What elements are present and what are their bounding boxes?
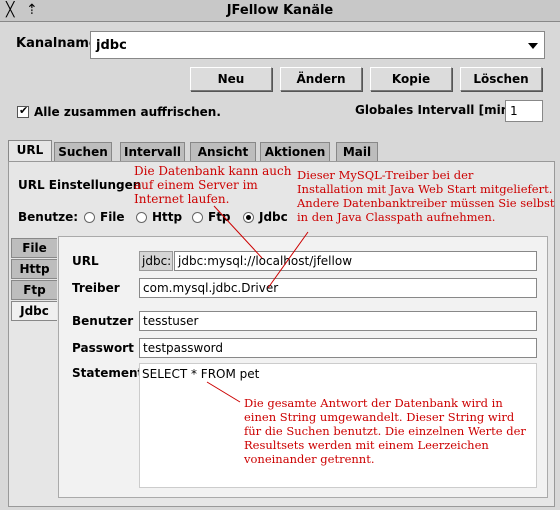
checkmark-icon: ✔: [19, 104, 29, 117]
annotation-line: Resultsets werden mit einem Leerzeichen: [244, 438, 489, 452]
benutzer-field[interactable]: tesstuser: [139, 311, 537, 331]
annotation-line: Installation mit Java Web Start mitgelie…: [297, 182, 553, 196]
statement-label: Statement: [72, 366, 144, 380]
annotation-line: Die Datenbank kann auch: [134, 164, 292, 178]
statement-value: SELECT * FROM pet: [142, 367, 260, 381]
loeschen-button[interactable]: Löschen: [460, 67, 542, 91]
annotation-line: Die gesamte Antwort der Datenbank wird i…: [244, 396, 503, 410]
radio-file[interactable]: [84, 212, 95, 223]
annotation-line: Dieser MySQL-Treiber bei der: [297, 168, 474, 182]
annotation-line: in den Java Classpath aufnehmen.: [297, 210, 496, 224]
radio-http-label: Http: [152, 210, 183, 224]
title-bar: ╳ ⇡ JFellow Kanäle: [0, 0, 560, 22]
interval-label: Globales Intervall [min]: [355, 103, 515, 117]
annotation-server: Die Datenbank kann auch auf einem Server…: [134, 164, 291, 206]
annotation-statement: Die gesamte Antwort der Datenbank wird i…: [244, 396, 526, 466]
url-field[interactable]: jdbc:mysql://localhost/jfellow: [174, 251, 537, 271]
interval-input[interactable]: 1: [505, 100, 543, 122]
annotation-line: Andere Datenbanktreiber müssen Sie selbs…: [297, 196, 555, 210]
side-tab-http[interactable]: Http: [11, 259, 57, 279]
annotation-driver: Dieser MySQL-Treiber bei der Installatio…: [297, 168, 555, 224]
kanalname-value: jdbc: [96, 38, 127, 53]
radio-jdbc[interactable]: [243, 212, 254, 223]
tab-mail[interactable]: Mail: [336, 142, 378, 162]
radio-http[interactable]: [136, 212, 147, 223]
tab-aktionen[interactable]: Aktionen: [260, 142, 330, 162]
url-prefix: jdbc:: [139, 251, 173, 271]
passwort-label: Passwort: [72, 341, 134, 355]
radio-ftp[interactable]: [192, 212, 203, 223]
benutzer-label: Benutzer: [72, 314, 134, 328]
radio-file-label: File: [100, 210, 125, 224]
chevron-down-icon: [528, 43, 538, 49]
radio-ftp-label: Ftp: [208, 210, 231, 224]
passwort-field[interactable]: testpassword: [139, 338, 537, 358]
kanalname-label: Kanalname: [16, 36, 98, 51]
treiber-field[interactable]: com.mysql.jdbc.Driver: [139, 278, 537, 298]
use-label: Benutze:: [18, 210, 79, 224]
kanalname-select[interactable]: jdbc: [90, 31, 545, 59]
url-settings-label: URL Einstellungen: [18, 178, 142, 192]
treiber-label: Treiber: [72, 281, 120, 295]
window-title: JFellow Kanäle: [226, 3, 334, 18]
side-tab-file[interactable]: File: [11, 238, 57, 258]
aendern-button[interactable]: Ändern: [280, 67, 362, 91]
tab-ansicht[interactable]: Ansicht: [190, 142, 256, 162]
tab-suchen[interactable]: Suchen: [54, 142, 112, 162]
side-tab-jdbc[interactable]: Jdbc: [11, 301, 57, 321]
side-tab-ftp[interactable]: Ftp: [11, 280, 57, 300]
annotation-line: voneinander getrennt.: [244, 452, 375, 466]
kopie-button[interactable]: Kopie: [370, 67, 452, 91]
annotation-line: Internet laufen.: [134, 192, 230, 206]
tab-url[interactable]: URL: [8, 140, 52, 162]
radio-jdbc-label: Jdbc: [259, 210, 288, 224]
annotation-line: auf einem Server im: [134, 178, 258, 192]
annotation-line: einen String umgewandelt. Dieser String …: [244, 410, 515, 424]
url-label: URL: [72, 254, 99, 268]
refresh-checkbox[interactable]: ✔: [17, 104, 29, 118]
tab-intervall[interactable]: Intervall: [120, 142, 185, 162]
annotation-line: für die Suchen benutzt. Die einzelnen We…: [244, 424, 526, 438]
refresh-label: Alle zusammen auffrischen.: [34, 105, 221, 119]
neu-button[interactable]: Neu: [190, 67, 272, 91]
